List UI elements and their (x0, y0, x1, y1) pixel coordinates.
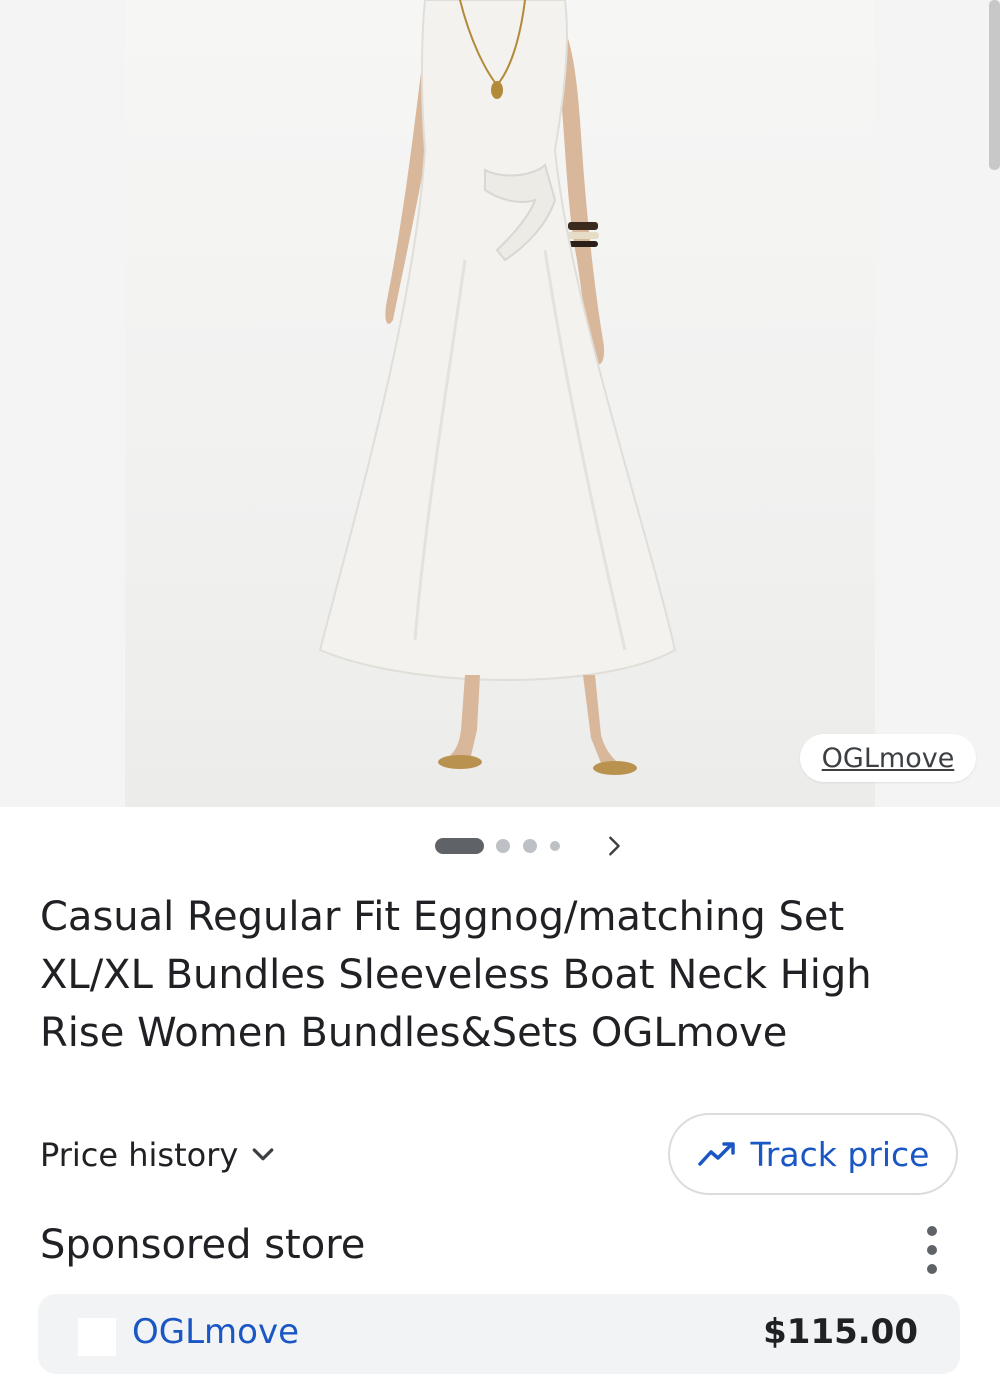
chevron-right-icon (609, 836, 620, 856)
chevron-down-icon (248, 1140, 278, 1170)
carousel-dot[interactable] (550, 841, 560, 851)
carousel-dot[interactable] (496, 839, 510, 853)
store-price: $115.00 (763, 1312, 918, 1352)
price-history-toggle[interactable]: Price history (40, 1134, 278, 1176)
trending-up-icon (697, 1139, 739, 1169)
product-photo[interactable] (125, 0, 875, 807)
page-scrollbar[interactable] (989, 0, 1000, 170)
more-dot (927, 1226, 937, 1236)
dress-photo-illustration (318, 0, 677, 775)
track-price-button[interactable]: Track price (668, 1113, 958, 1195)
product-image-carousel[interactable]: OGLmove (0, 0, 1000, 807)
more-dot (927, 1245, 937, 1255)
carousel-indicators (435, 836, 573, 856)
store-logo (78, 1318, 116, 1356)
carousel-next-button[interactable] (598, 830, 630, 862)
store-name[interactable]: OGLmove (132, 1312, 299, 1352)
product-title: Casual Regular Fit Eggnog/matching Set X… (40, 894, 872, 1056)
carousel-dot[interactable] (523, 839, 537, 853)
track-price-label: Track price (750, 1134, 930, 1174)
more-dot (927, 1264, 937, 1274)
image-source-link[interactable]: OGLmove (800, 734, 976, 782)
carousel-dot-active[interactable] (435, 838, 484, 854)
more-vert-icon[interactable] (912, 1226, 952, 1274)
price-history-label: Price history (40, 1136, 239, 1174)
sponsored-store-card[interactable]: OGLmove $115.00 (38, 1294, 960, 1374)
sponsored-store-heading: Sponsored store (40, 1222, 366, 1268)
